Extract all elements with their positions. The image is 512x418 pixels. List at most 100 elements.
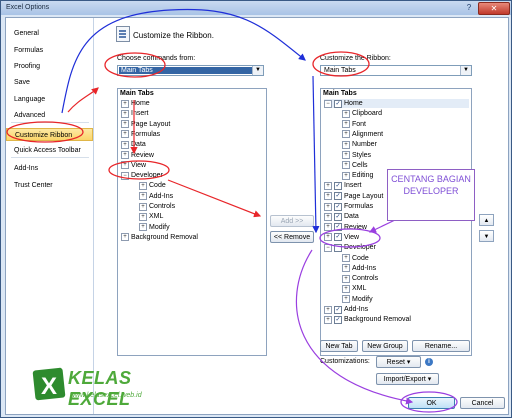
expand-icon[interactable]: + xyxy=(139,181,147,190)
right-tree-item[interactable]: + ✓ Background Removal xyxy=(324,315,469,324)
left-tree-item[interactable]: + Data xyxy=(121,140,264,149)
move-down-button[interactable]: ▼ xyxy=(479,230,494,242)
chevron-down-icon[interactable]: ▼ xyxy=(252,66,263,75)
close-button[interactable]: ✕ xyxy=(478,2,510,15)
expand-icon[interactable]: + xyxy=(342,120,350,129)
left-tree-item[interactable]: + Modify xyxy=(139,223,264,232)
left-tree-item[interactable]: + Insert xyxy=(121,109,264,118)
expand-icon[interactable]: + xyxy=(324,305,332,314)
new-tab-button[interactable]: New Tab xyxy=(320,340,358,352)
help-button[interactable]: ? xyxy=(462,2,476,13)
nav-item-proofing[interactable]: Proofing xyxy=(6,60,93,73)
cancel-button[interactable]: Cancel xyxy=(460,397,505,409)
right-tree-item[interactable]: + Modify xyxy=(342,295,469,304)
expand-icon[interactable]: + xyxy=(342,274,350,283)
remove-button[interactable]: << Remove xyxy=(270,231,314,243)
expand-icon[interactable]: + xyxy=(324,192,332,201)
reset-button[interactable]: Reset ▾ xyxy=(376,356,421,368)
right-tree-item[interactable]: + Number xyxy=(342,140,469,149)
tab-checkbox[interactable]: ✓ xyxy=(334,99,342,108)
left-tree-item[interactable]: + View xyxy=(121,161,264,170)
ok-button[interactable]: OK xyxy=(408,397,455,409)
collapse-icon[interactable]: − xyxy=(324,243,332,252)
right-tree-item[interactable]: + Styles xyxy=(342,151,469,160)
move-up-button[interactable]: ▲ xyxy=(479,214,494,226)
left-tree-item[interactable]: + Code xyxy=(139,181,264,190)
right-tree-item[interactable]: + ✓ Review xyxy=(324,223,469,232)
expand-icon[interactable]: + xyxy=(139,223,147,232)
expand-icon[interactable]: + xyxy=(342,161,350,170)
right-tree-item[interactable]: + Add-Ins xyxy=(342,264,469,273)
right-tree-item[interactable]: + ✓ View xyxy=(324,233,469,242)
new-group-button[interactable]: New Group xyxy=(362,340,408,352)
left-tree-item[interactable]: + Home xyxy=(121,99,264,108)
expand-icon[interactable]: + xyxy=(342,264,350,273)
left-tree-item[interactable]: + XML xyxy=(139,212,264,221)
nav-item-general[interactable]: General xyxy=(6,27,93,40)
left-tree-item[interactable]: − Developer xyxy=(121,171,264,180)
choose-commands-dropdown[interactable]: Main Tabs ▼ xyxy=(117,65,264,76)
expand-icon[interactable]: + xyxy=(342,140,350,149)
expand-icon[interactable]: + xyxy=(121,151,129,159)
expand-icon[interactable]: + xyxy=(342,109,350,118)
ribbon-tabs-tree[interactable]: Main Tabs − ✓ Home + Clipboard + Font + Alignmen… xyxy=(320,88,472,356)
tab-checkbox[interactable]: ✓ xyxy=(334,181,342,190)
expand-icon[interactable]: + xyxy=(342,130,350,139)
tab-checkbox[interactable] xyxy=(334,243,342,252)
left-tree-item[interactable]: + Page Layout xyxy=(121,120,264,129)
expand-icon[interactable]: + xyxy=(324,315,332,324)
left-tree-item[interactable]: + Review xyxy=(121,151,264,160)
customize-ribbon-dropdown[interactable]: Main Tabs ▼ xyxy=(320,65,472,76)
right-tree-item[interactable]: + Controls xyxy=(342,274,469,283)
left-tree-item[interactable]: + Background Removal xyxy=(121,233,264,242)
expand-icon[interactable]: + xyxy=(324,233,332,242)
tab-checkbox[interactable]: ✓ xyxy=(334,212,342,221)
right-tree-item[interactable]: + XML xyxy=(342,284,469,293)
expand-icon[interactable]: + xyxy=(342,284,350,293)
nav-item-save[interactable]: Save xyxy=(6,76,93,89)
left-tree-item[interactable]: + Add-Ins xyxy=(139,192,264,201)
expand-icon[interactable]: + xyxy=(139,212,147,221)
expand-icon[interactable]: + xyxy=(324,202,332,211)
right-tree-item[interactable]: − ✓ Home xyxy=(324,99,469,108)
expand-icon[interactable]: + xyxy=(342,151,350,159)
rename-button[interactable]: Rename... xyxy=(412,340,470,352)
expand-icon[interactable]: + xyxy=(324,181,332,190)
right-tree-item[interactable]: + Font xyxy=(342,120,469,129)
tab-checkbox[interactable]: ✓ xyxy=(334,233,342,242)
collapse-icon[interactable]: − xyxy=(324,99,332,108)
nav-item-advanced[interactable]: Advanced xyxy=(6,109,93,122)
expand-icon[interactable]: + xyxy=(121,120,129,129)
left-tree-item[interactable]: + Formulas xyxy=(121,130,264,139)
tab-checkbox[interactable]: ✓ xyxy=(334,315,342,324)
nav-item-formulas[interactable]: Formulas xyxy=(6,44,93,57)
expand-icon[interactable]: + xyxy=(121,109,129,118)
nav-item-add-ins[interactable]: Add-Ins xyxy=(6,162,93,175)
expand-icon[interactable]: + xyxy=(121,99,129,108)
available-commands-list[interactable]: Main Tabs + Home + Insert + Page Layout + Formu… xyxy=(117,88,267,356)
nav-item-language[interactable]: Language xyxy=(6,93,93,106)
tab-checkbox[interactable]: ✓ xyxy=(334,305,342,314)
chevron-down-icon[interactable]: ▼ xyxy=(460,66,471,75)
right-tree-item[interactable]: + Code xyxy=(342,254,469,263)
expand-icon[interactable]: + xyxy=(324,212,332,221)
right-tree-item[interactable]: + Alignment xyxy=(342,130,469,139)
expand-icon[interactable]: + xyxy=(121,140,129,149)
nav-item-quick-access-toolbar[interactable]: Quick Access Toolbar xyxy=(6,144,93,157)
import-export-button[interactable]: Import/Export ▾ xyxy=(376,373,439,385)
nav-item-trust-center[interactable]: Trust Center xyxy=(6,179,93,192)
right-tree-item[interactable]: + Clipboard xyxy=(342,109,469,118)
expand-icon[interactable]: + xyxy=(121,233,129,242)
collapse-icon[interactable]: − xyxy=(121,171,129,180)
expand-icon[interactable]: + xyxy=(139,192,147,201)
add-button[interactable]: Add >> xyxy=(270,215,314,227)
expand-icon[interactable]: + xyxy=(342,171,350,180)
expand-icon[interactable]: + xyxy=(139,202,147,211)
right-tree-item[interactable]: − Developer xyxy=(324,243,469,252)
expand-icon[interactable]: + xyxy=(342,254,350,262)
expand-icon[interactable]: + xyxy=(342,295,350,304)
left-tree-item[interactable]: + Controls xyxy=(139,202,264,211)
right-tree-item[interactable]: + ✓ Add-Ins xyxy=(324,305,469,314)
expand-icon[interactable]: + xyxy=(324,223,332,232)
tab-checkbox[interactable]: ✓ xyxy=(334,202,342,211)
